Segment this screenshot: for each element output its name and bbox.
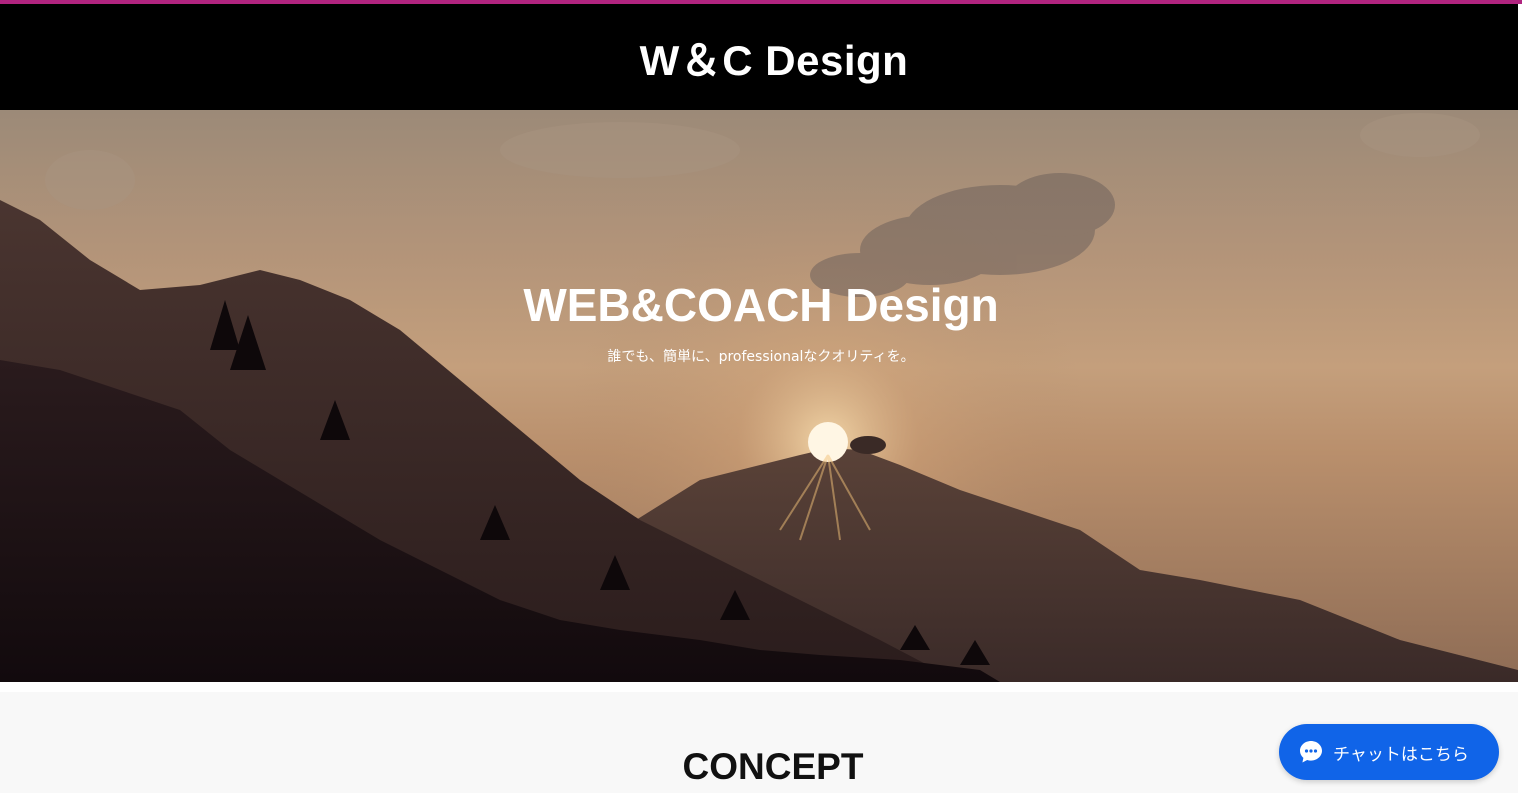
chat-bubble-icon	[1298, 739, 1324, 765]
hero-title: WEB&COACH Design	[523, 279, 999, 331]
hero-banner: WEB&COACH Design 誰でも、簡単に、professionalなクオ…	[0, 110, 1518, 682]
scrollbar-gutter	[1518, 4, 1522, 793]
hero-text-block: WEB&COACH Design 誰でも、簡単に、professionalなクオ…	[0, 278, 1518, 366]
hero-background-image	[0, 110, 1518, 682]
site-header: W＆C Design	[0, 4, 1518, 110]
hero-subtitle: 誰でも、簡単に、professionalなクオリティを。	[607, 349, 915, 365]
section-divider	[0, 682, 1518, 692]
site-title[interactable]: W＆C Design	[610, 27, 909, 88]
chat-button-label: チャットはこちら	[1333, 744, 1469, 765]
chat-button[interactable]: チャットはこちら	[1279, 724, 1499, 780]
